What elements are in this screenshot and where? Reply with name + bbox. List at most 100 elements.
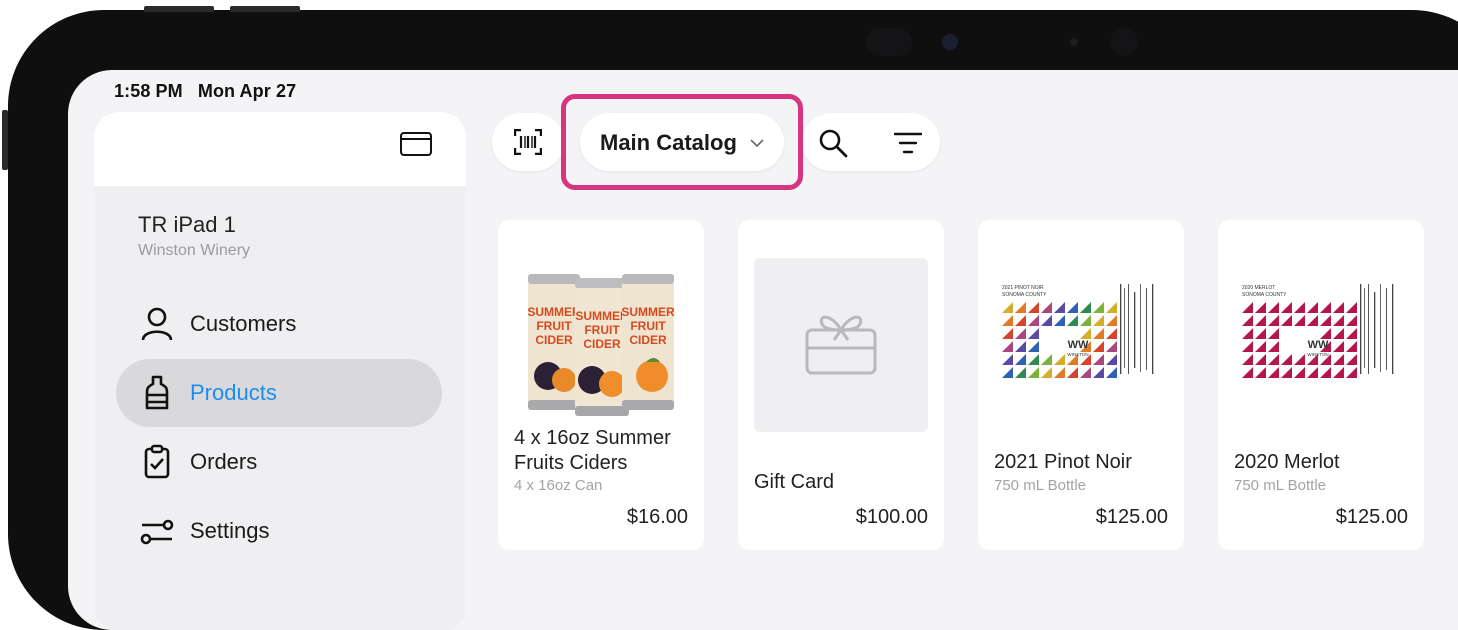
label-triangle <box>1093 302 1104 313</box>
label-region: SONOMA COUNTY <box>1242 292 1287 298</box>
svg-text:CIDER: CIDER <box>629 333 667 347</box>
label-triangle <box>1093 315 1104 326</box>
label-triangle <box>1067 367 1078 378</box>
product-name: 2021 Pinot Noir <box>994 451 1132 473</box>
label-triangle <box>1015 341 1026 352</box>
label-triangle <box>1054 354 1065 365</box>
label-triangle <box>1015 367 1026 378</box>
label-triangle <box>1294 315 1305 326</box>
product-name: Gift Card <box>754 471 835 493</box>
label-triangle <box>1093 341 1104 352</box>
sliders-icon <box>140 519 174 545</box>
label-triangle <box>1028 315 1039 326</box>
clipboard-icon <box>144 444 170 479</box>
product-price: $100.00 <box>855 506 928 528</box>
sidebar-item-label: Customers <box>190 311 297 336</box>
label-triangle <box>1294 367 1305 378</box>
brand-label: WINSTON <box>1067 352 1088 357</box>
label-triangle <box>1307 302 1318 313</box>
winery-logo-mark: WW <box>1068 339 1089 351</box>
label-triangle <box>1333 302 1344 313</box>
search-icon[interactable] <box>818 128 848 158</box>
label-triangle <box>1307 367 1318 378</box>
label-triangle <box>1015 328 1026 339</box>
sidebar-item-label: Settings <box>190 518 270 543</box>
label-triangle <box>1242 341 1253 352</box>
sidebar-item-settings[interactable]: Settings <box>116 497 442 565</box>
sidebar: TR iPad 1 Winston Winery Customers Produ… <box>94 112 466 630</box>
label-triangle <box>1255 354 1266 365</box>
label-triangle <box>1002 367 1013 378</box>
label-triangle <box>1242 315 1253 326</box>
app-screen: 1:58 PM Mon Apr 27 TR iPad 1 Winston Win… <box>68 70 1458 630</box>
label-triangle <box>1002 354 1013 365</box>
svg-text:FRUIT: FRUIT <box>630 319 666 333</box>
label-triangle <box>1346 315 1357 326</box>
winery-logo-mark: WW <box>1308 339 1329 351</box>
product-subtitle: 750 mL Bottle <box>994 477 1086 494</box>
label-triangle <box>1106 341 1117 352</box>
sidebar-item-customers[interactable]: Customers <box>116 290 442 358</box>
label-triangle <box>1106 302 1117 313</box>
label-triangle <box>1067 315 1078 326</box>
label-triangle <box>1080 367 1091 378</box>
label-triangle <box>1002 341 1013 352</box>
product-subtitle: 4 x 16oz Can <box>514 477 603 494</box>
label-triangle <box>1041 315 1052 326</box>
label-triangle <box>1255 328 1266 339</box>
label-triangle <box>1281 315 1292 326</box>
sidebar-item-orders[interactable]: Orders <box>116 428 442 496</box>
label-triangle <box>1281 367 1292 378</box>
label-triangle <box>1080 302 1091 313</box>
label-triangle <box>1255 302 1266 313</box>
label-triangle <box>1028 354 1039 365</box>
label-triangle <box>1255 341 1266 352</box>
label-region: SONOMA COUNTY <box>1002 292 1047 298</box>
label-triangle <box>1320 315 1331 326</box>
label-triangle <box>1268 302 1279 313</box>
sidebar-header <box>94 112 466 186</box>
label-triangle <box>1346 328 1357 339</box>
label-triangle <box>1242 328 1253 339</box>
product-name: 4 x 16oz Summer Fruits Ciders <box>514 427 671 474</box>
product-card[interactable]: SUMMER FRUIT CIDER SUMMER FRUIT CIDER SU… <box>498 220 704 550</box>
brand-label: WINSTON <box>1307 352 1328 357</box>
label-triangle <box>1320 302 1331 313</box>
label-triangle <box>1242 367 1253 378</box>
label-triangle <box>1015 315 1026 326</box>
sidebar-item-products[interactable]: Products <box>116 359 442 427</box>
label-triangle <box>1346 302 1357 313</box>
product-card[interactable]: 2021 PINOT NOIR SONOMA COUNTY WW WINSTON… <box>978 220 1184 550</box>
barcode-icon <box>514 129 542 155</box>
label-triangle <box>1255 315 1266 326</box>
label-triangle <box>1346 354 1357 365</box>
label-triangle <box>1041 367 1052 378</box>
label-triangle <box>1333 341 1344 352</box>
label-triangle <box>1268 341 1279 352</box>
label-triangle <box>1281 302 1292 313</box>
label-triangle <box>1015 354 1026 365</box>
cider-cans-image: SUMMER FRUIT CIDER SUMMER FRUIT CIDER SU… <box>527 274 675 416</box>
label-title: 2021 PINOT NOIR <box>1002 285 1044 291</box>
bottle-icon <box>145 375 169 410</box>
svg-text:CIDER: CIDER <box>583 337 621 351</box>
product-card[interactable]: Gift Card $100.00 <box>738 220 944 550</box>
volume-button <box>230 6 300 12</box>
label-triangle <box>1028 367 1039 378</box>
label-triangle <box>1294 302 1305 313</box>
label-triangle <box>1333 367 1344 378</box>
barcode-scan-button[interactable] <box>492 113 564 171</box>
product-card[interactable]: 2020 MERLOT SONOMA COUNTY WW WINSTON 202… <box>1218 220 1424 550</box>
sidebar-item-label: Orders <box>190 449 258 474</box>
sidebar-toggle-icon[interactable] <box>400 132 432 156</box>
label-triangle <box>1320 328 1331 339</box>
pinot-noir-label-image: 2021 PINOT NOIR SONOMA COUNTY WW WINSTON <box>1002 284 1154 378</box>
search-filter-group <box>802 113 940 171</box>
filter-icon[interactable] <box>894 131 922 155</box>
svg-text:FRUIT: FRUIT <box>584 323 620 337</box>
label-triangle <box>1028 302 1039 313</box>
product-price: $125.00 <box>1095 506 1168 528</box>
gift-icon <box>805 315 877 375</box>
label-triangle <box>1281 354 1292 365</box>
svg-text:SUMMER: SUMMER <box>621 305 675 319</box>
